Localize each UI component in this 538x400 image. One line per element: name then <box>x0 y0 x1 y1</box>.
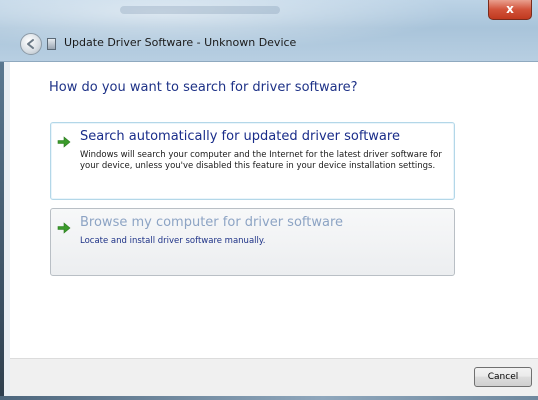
search-automatically-option[interactable]: Search automatically for updated driver … <box>50 122 455 200</box>
green-arrow-icon <box>57 222 71 234</box>
title-bar: x Update Driver Software - Unknown Devic… <box>0 0 538 62</box>
window-bottom-frame <box>0 396 538 400</box>
close-button[interactable]: x <box>488 0 532 20</box>
update-driver-window: x Update Driver Software - Unknown Devic… <box>0 0 538 400</box>
wizard-footer: Cancel <box>10 358 538 400</box>
wizard-content: How do you want to search for driver sof… <box>10 62 538 358</box>
back-button[interactable] <box>20 33 42 55</box>
page-heading: How do you want to search for driver sof… <box>49 80 358 95</box>
option-description: Locate and install driver software manua… <box>80 236 266 246</box>
close-icon: x <box>506 2 514 16</box>
device-icon <box>47 38 56 50</box>
cancel-button[interactable]: Cancel <box>474 367 532 387</box>
browse-computer-option[interactable]: Browse my computer for driver software L… <box>50 208 455 276</box>
background-window-title-blur <box>120 6 280 14</box>
window-title: Update Driver Software - Unknown Device <box>64 36 297 49</box>
option-title: Search automatically for updated driver … <box>80 129 400 144</box>
option-description: Windows will search your computer and th… <box>80 150 442 171</box>
green-arrow-icon <box>57 136 71 148</box>
back-arrow-icon <box>27 39 34 49</box>
option-title: Browse my computer for driver software <box>80 215 343 230</box>
